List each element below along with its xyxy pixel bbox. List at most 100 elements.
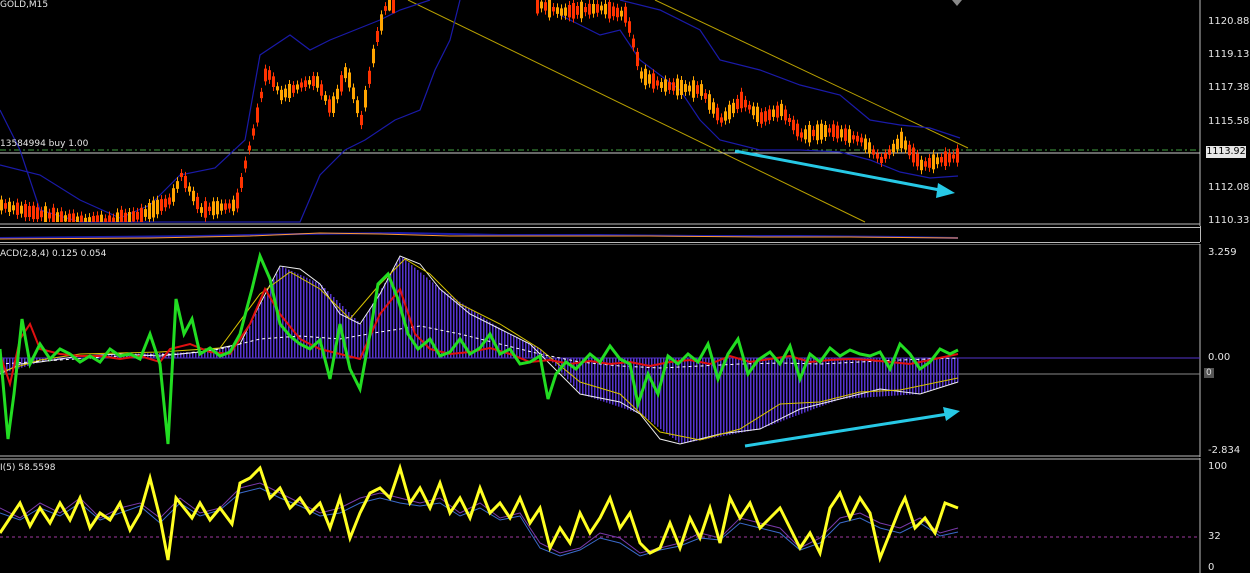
macd-hist-bar <box>762 358 764 429</box>
scroll-marker-icon[interactable] <box>952 0 962 6</box>
candle-body <box>928 157 931 168</box>
macd-hist-bar <box>384 283 386 358</box>
candle-body <box>908 144 911 156</box>
candle-body <box>600 5 603 11</box>
candle-body <box>144 209 147 217</box>
candle-body <box>184 175 187 189</box>
macd-hist-bar <box>807 358 809 412</box>
macd-hist-bar <box>726 358 728 436</box>
candle-body <box>568 5 571 18</box>
candle-body <box>164 198 167 208</box>
candle-body <box>204 201 207 218</box>
candle-body <box>812 129 815 137</box>
candle-body <box>340 75 343 92</box>
candle-body <box>48 212 51 219</box>
price-chart-pane[interactable]: GOLD,M15 13584994 buy 1.00 1120.88 1119.… <box>0 0 1250 226</box>
candle-body <box>664 79 667 92</box>
candle-body <box>860 137 863 143</box>
candle-body <box>756 106 759 123</box>
macd-hist-bar <box>504 331 506 358</box>
macd-hist-bar <box>519 338 521 358</box>
candle-body <box>888 149 891 155</box>
volume-pane[interactable] <box>0 227 1200 243</box>
candle-body <box>376 30 379 43</box>
macd-hist-bar <box>261 302 263 358</box>
macd-hist-bar <box>924 358 926 393</box>
candle-body <box>748 104 751 110</box>
rsi-tick-mid: 32 <box>1208 531 1221 542</box>
candle-body <box>120 209 123 222</box>
macd-hist-bar <box>681 358 683 444</box>
candle-body <box>32 205 35 220</box>
current-price-badge: 1113.92 <box>1206 146 1246 158</box>
candle-body <box>548 0 551 18</box>
candle-body <box>792 119 795 131</box>
candle-body <box>916 153 919 167</box>
candle-body <box>544 2 547 11</box>
candle-body <box>712 102 715 114</box>
candle-body <box>620 10 623 17</box>
candle-body <box>936 157 939 165</box>
candle-body <box>556 7 559 14</box>
candle-body <box>236 192 239 209</box>
candle-body <box>828 128 831 133</box>
macd-hist-bar <box>687 358 689 443</box>
candle-body <box>720 117 723 123</box>
arrow-head-icon <box>936 183 955 198</box>
macd-hist-bar <box>252 320 254 358</box>
macd-pane[interactable]: ACD(2,8,4) 0.125 0.054 3.259 0.00 -2.834… <box>0 244 1250 457</box>
candle-body <box>632 38 635 48</box>
candle-body <box>192 190 195 202</box>
volume-svg <box>0 231 959 240</box>
price-tick: 1110.33 <box>1208 215 1250 226</box>
macd-hist-bar <box>621 358 623 408</box>
macd-hist-bar <box>840 358 842 399</box>
candle-body <box>588 3 591 15</box>
candle-body <box>116 212 119 222</box>
macd-hist-bar <box>330 294 332 358</box>
macd-hist-bar <box>81 357 83 359</box>
candle-body <box>848 129 851 143</box>
price-tick: 1120.88 <box>1208 16 1250 27</box>
candle-body <box>700 84 703 96</box>
candle-body <box>256 107 259 123</box>
candle-body <box>380 14 383 31</box>
candle-body <box>876 153 879 159</box>
candle-body <box>832 124 835 137</box>
candle-body <box>252 128 255 136</box>
candle-body <box>100 214 103 222</box>
candle-body <box>728 104 731 120</box>
candle-body <box>12 205 15 211</box>
candle-body <box>660 82 663 88</box>
macd-hist-bar <box>651 358 653 423</box>
macd-hist-bar <box>948 358 950 386</box>
macd-hist-bar <box>387 278 389 358</box>
channel-upper-line <box>654 0 969 149</box>
candle-body <box>88 217 91 222</box>
macd-hist-bar <box>393 267 395 358</box>
candle-body <box>316 76 319 88</box>
macd-hist-bar <box>240 344 242 358</box>
macd-hist-bar <box>177 352 179 358</box>
candle-body <box>28 206 31 218</box>
macd-hist-bar <box>918 358 920 395</box>
candle-body <box>224 203 227 210</box>
macd-hist-bar <box>711 358 713 439</box>
candle-body <box>352 87 355 100</box>
candle-body <box>672 82 675 91</box>
macd-hist-bar <box>852 358 854 399</box>
rsi-pane[interactable]: I(5) 58.5598 100 32 0 <box>0 458 1250 573</box>
macd-hist-bar <box>846 358 848 399</box>
macd-hist-bar <box>792 358 794 417</box>
candle-body <box>108 215 111 222</box>
macd-hist-bar <box>696 358 698 441</box>
macd-hist-bar <box>813 358 815 410</box>
macd-hist-bar <box>639 358 641 414</box>
macd-hist-bar <box>672 358 674 438</box>
candle-body <box>272 76 275 88</box>
candle-body <box>172 188 175 202</box>
candle-body <box>336 88 339 100</box>
candle-body <box>332 96 335 114</box>
macd-hist-bar <box>456 299 458 358</box>
candle-body <box>228 203 231 209</box>
